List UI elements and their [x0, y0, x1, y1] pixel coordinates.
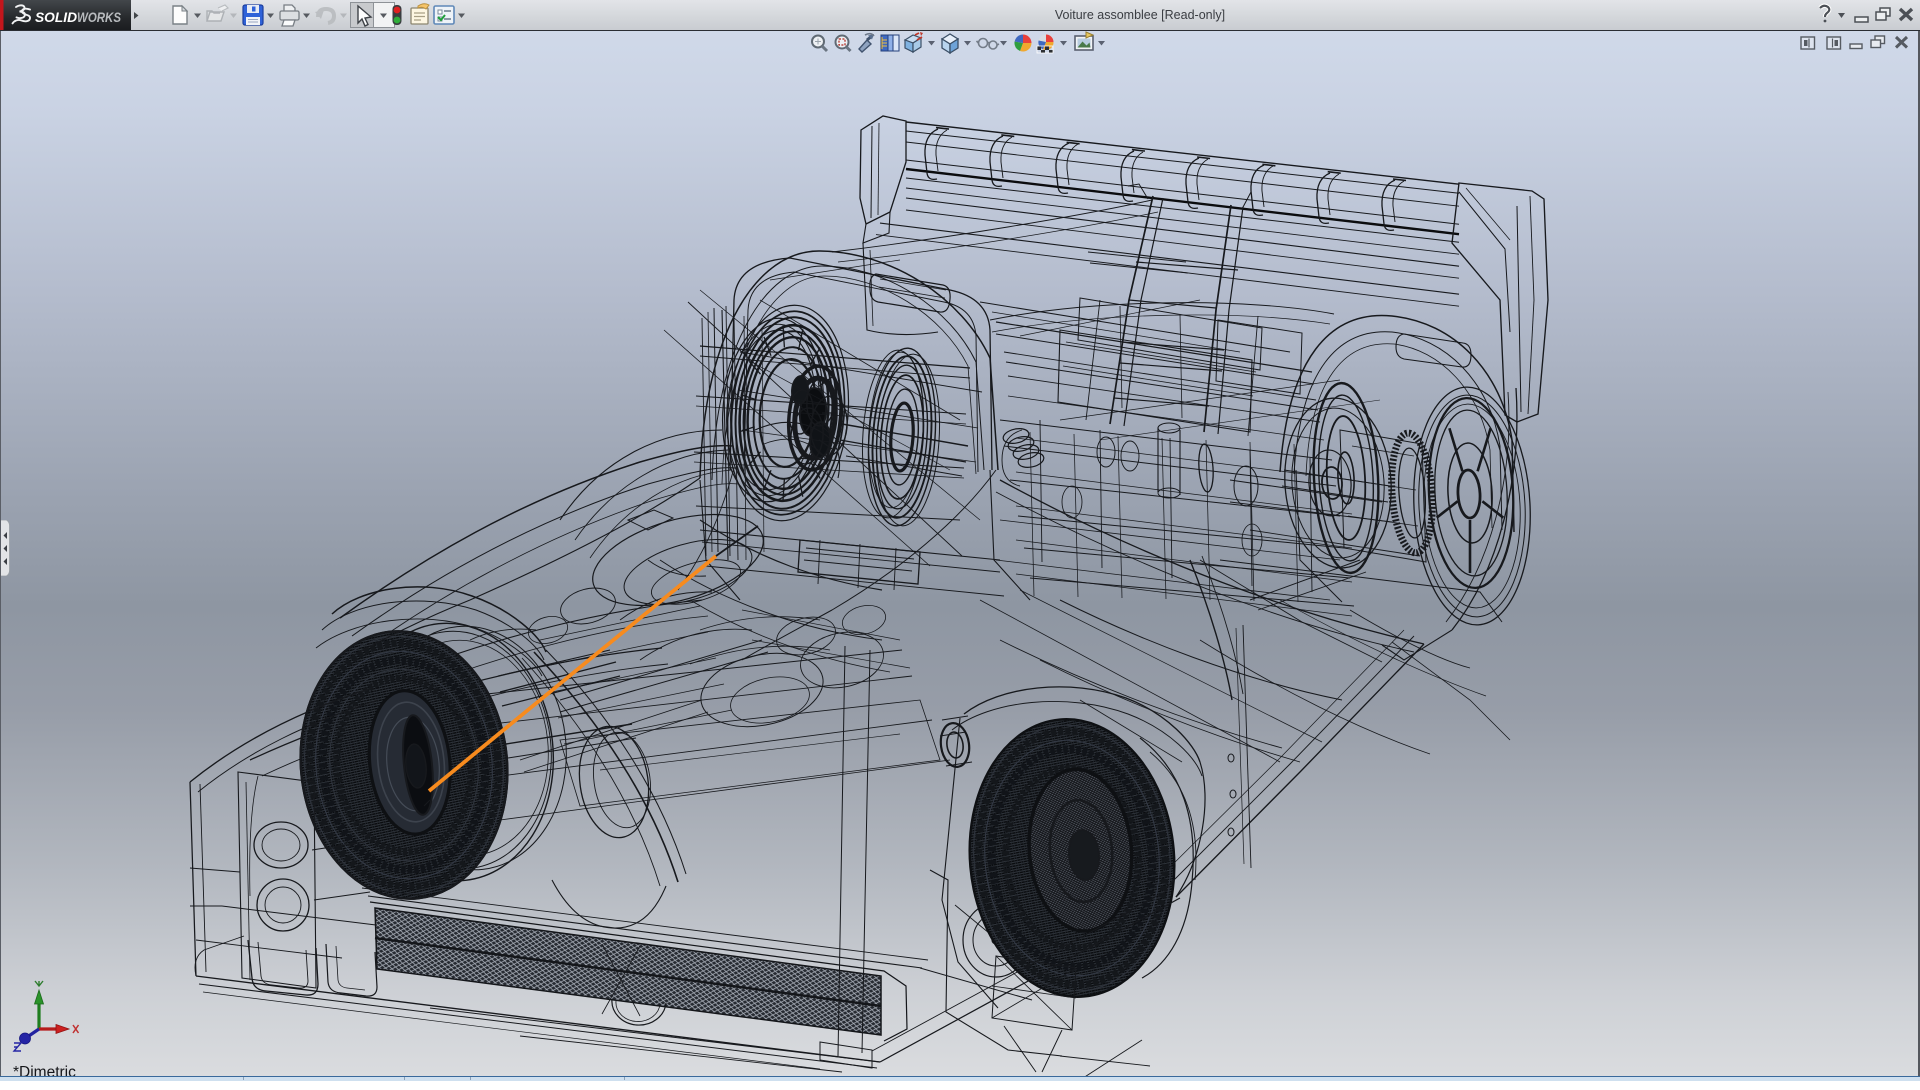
svg-text:SOLID: SOLID — [35, 9, 77, 25]
svg-text:WORKS: WORKS — [77, 9, 122, 25]
